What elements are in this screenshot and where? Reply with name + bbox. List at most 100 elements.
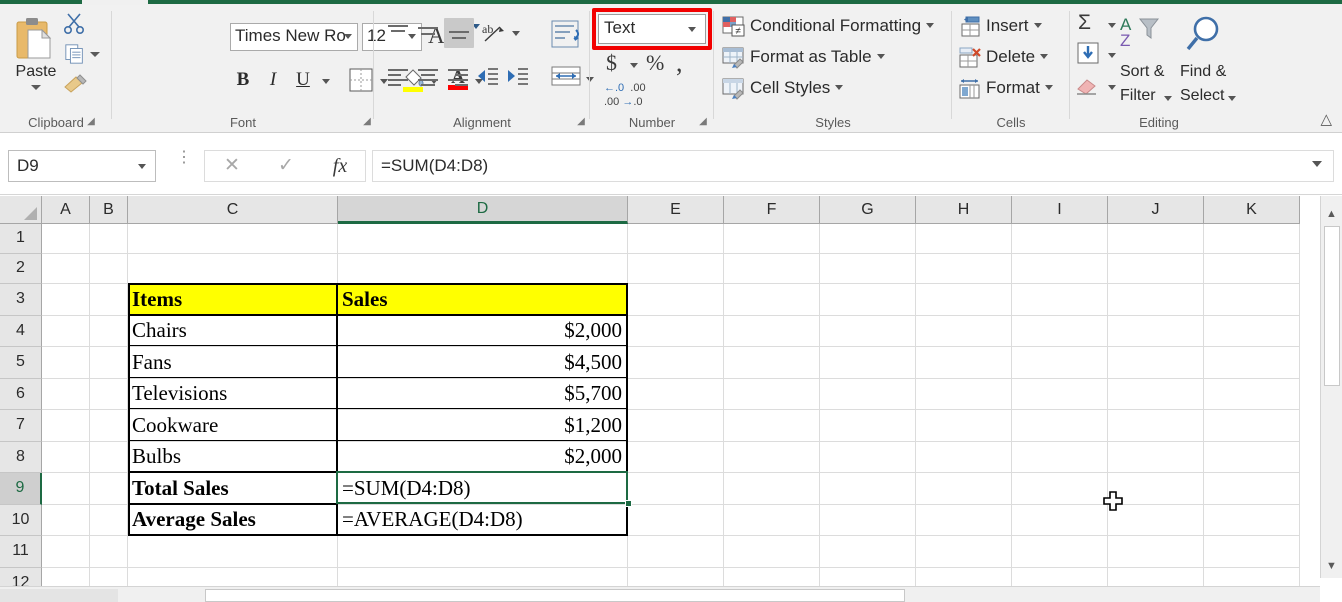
column-header-B[interactable]: B (90, 196, 128, 224)
cell-D4[interactable]: $2,000 (338, 315, 628, 346)
sort-filter-label-line1[interactable]: Sort & (1120, 63, 1164, 81)
cell-C6[interactable]: Televisions (128, 378, 338, 409)
row-header-11[interactable]: 11 (0, 536, 42, 568)
horizontal-scrollbar[interactable] (0, 586, 1320, 602)
percent-style-icon[interactable]: % (646, 50, 664, 76)
enter-check-icon[interactable]: ✓ (259, 151, 313, 181)
column-header-H[interactable]: H (916, 196, 1012, 224)
italic-button[interactable]: I (260, 67, 286, 93)
scissors-icon[interactable] (62, 11, 86, 40)
column-header-J[interactable]: J (1108, 196, 1204, 224)
chevron-down-icon[interactable] (876, 54, 885, 59)
accounting-caret[interactable] (630, 63, 638, 68)
vertical-scrollbar[interactable]: ▲ ▼ (1320, 196, 1342, 578)
alignment-dialog-launcher[interactable]: ◢ (574, 115, 588, 129)
underline-caret[interactable] (322, 79, 330, 84)
number-format-caret[interactable] (688, 27, 696, 32)
cell-C10[interactable]: Average Sales (128, 504, 338, 535)
autosum-icon[interactable]: Σ (1078, 11, 1091, 35)
decrease-indent-icon[interactable] (474, 65, 500, 94)
row-header-7[interactable]: 7 (0, 410, 42, 442)
paste-icon[interactable] (14, 17, 56, 61)
row-header-6[interactable]: 6 (0, 379, 42, 410)
column-header-D[interactable]: D (338, 196, 628, 224)
row-header-3[interactable]: 3 (0, 284, 42, 316)
cell-C7[interactable]: Cookware (128, 410, 338, 441)
orientation-caret[interactable] (512, 31, 520, 36)
top-align-icon[interactable] (386, 22, 412, 46)
font-dialog-launcher[interactable]: ◢ (360, 115, 374, 129)
cell-C4[interactable]: Chairs (128, 315, 338, 346)
bottom-align-icon[interactable] (444, 18, 474, 48)
cell-D3[interactable]: Sales (338, 284, 628, 315)
clipboard-dialog-launcher[interactable]: ◢ (84, 115, 98, 129)
column-header-G[interactable]: G (820, 196, 916, 224)
chevron-down-icon[interactable] (835, 85, 844, 90)
column-header-I[interactable]: I (1012, 196, 1108, 224)
merge-and-center-icon[interactable] (550, 63, 582, 96)
fill-caret[interactable] (1108, 53, 1116, 58)
cell-D8[interactable]: $2,000 (338, 441, 628, 472)
sort-filter-icon[interactable]: A Z (1118, 13, 1166, 58)
sort-filter-label-line2[interactable]: Filter (1120, 87, 1156, 105)
cell-D9[interactable]: =SUM(D4:D8) (338, 473, 628, 504)
name-box-caret[interactable] (138, 164, 146, 169)
find-select-label-line2[interactable]: Select (1180, 87, 1224, 105)
column-header-K[interactable]: K (1204, 196, 1300, 224)
cells-area[interactable]: Items Sales Chairs $2,000 Fans $4,500 Te… (42, 224, 1300, 602)
fill-handle[interactable] (625, 500, 632, 507)
cell-C9[interactable]: Total Sales (128, 473, 338, 504)
chevron-down-icon[interactable] (1033, 23, 1042, 28)
scroll-up-icon[interactable]: ▲ (1321, 204, 1342, 224)
chevron-down-icon[interactable] (926, 23, 935, 28)
row-header-2[interactable]: 2 (0, 254, 42, 284)
underline-button[interactable]: U (290, 67, 316, 93)
sort-filter-caret[interactable] (1164, 96, 1172, 101)
orientation-icon[interactable]: ab (480, 21, 508, 52)
name-box[interactable]: D9 (8, 150, 156, 182)
borders-icon[interactable] (348, 67, 374, 98)
accounting-format-icon[interactable]: $ (606, 50, 617, 76)
middle-align-icon[interactable] (416, 22, 442, 46)
select-all-corner[interactable] (0, 196, 42, 224)
column-header-E[interactable]: E (628, 196, 724, 224)
increase-indent-icon[interactable] (504, 65, 530, 94)
row-header-10[interactable]: 10 (0, 505, 42, 536)
sheet-tab-area[interactable] (0, 589, 118, 602)
row-header-1[interactable]: 1 (0, 224, 42, 254)
cell-C5[interactable]: Fans (128, 347, 338, 378)
horizontal-scroll-thumb[interactable] (205, 589, 905, 602)
column-header-F[interactable]: F (724, 196, 820, 224)
cell-C3[interactable]: Items (128, 284, 338, 315)
vertical-scroll-thumb[interactable] (1324, 226, 1340, 386)
column-header-C[interactable]: C (128, 196, 338, 224)
cell-D6[interactable]: $5,700 (338, 378, 628, 409)
column-header-A[interactable]: A (42, 196, 90, 224)
row-header-5[interactable]: 5 (0, 347, 42, 379)
comma-style-icon[interactable]: , (676, 48, 683, 78)
expand-formula-bar-icon[interactable] (1312, 161, 1322, 167)
chevron-down-icon[interactable] (1044, 85, 1053, 90)
align-right-icon[interactable] (446, 67, 472, 91)
cell-D7[interactable]: $1,200 (338, 410, 628, 441)
formula-input[interactable]: =SUM(D4:D8) (372, 150, 1334, 182)
chevron-down-icon[interactable] (1040, 54, 1049, 59)
bold-button[interactable]: B (230, 67, 256, 93)
paste-label[interactable]: Paste (8, 63, 64, 81)
font-name-caret[interactable] (344, 34, 352, 39)
paste-dropdown-caret[interactable] (31, 85, 41, 90)
copy-dropdown-caret[interactable] (90, 52, 100, 57)
find-select-icon[interactable] (1180, 13, 1226, 60)
insert-function-icon[interactable]: fx (313, 151, 367, 181)
formula-bar-grip[interactable]: ⋮ (176, 150, 192, 166)
fill-down-icon[interactable] (1076, 41, 1100, 70)
decrease-decimal-icon[interactable]: .00 →.0 (604, 97, 643, 108)
row-header-8[interactable]: 8 (0, 442, 42, 473)
find-select-caret[interactable] (1228, 96, 1236, 101)
clear-caret[interactable] (1108, 85, 1116, 90)
scroll-down-icon[interactable]: ▼ (1321, 556, 1342, 576)
cell-C8[interactable]: Bulbs (128, 441, 338, 472)
clear-eraser-icon[interactable] (1074, 73, 1100, 102)
format-painter-icon[interactable] (62, 71, 90, 100)
collapse-ribbon-icon[interactable]: △ (1320, 110, 1332, 128)
